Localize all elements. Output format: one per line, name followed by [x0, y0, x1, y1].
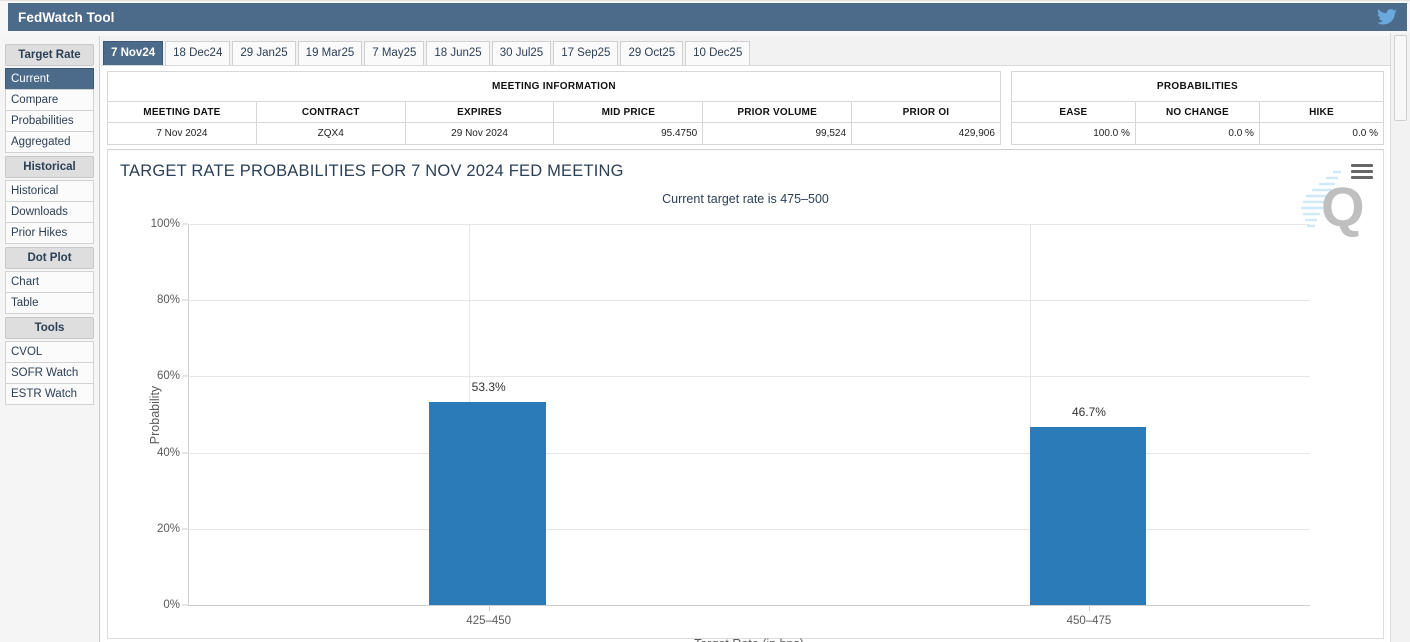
y-tick-label-60: 60%: [157, 370, 180, 382]
cell-prior-volume: 99,524: [703, 123, 852, 145]
col-contract: CONTRACT: [256, 102, 405, 123]
hamburger-menu-icon[interactable]: [1351, 164, 1373, 180]
y-axis-line: [188, 224, 189, 605]
meeting-information-caption: MEETING INFORMATION: [108, 72, 1001, 102]
col-hike: HIKE: [1259, 102, 1383, 123]
y-axis-title: Probability: [148, 385, 162, 443]
fedwatch-tool-window: FedWatch Tool Target Rate Current Compar…: [0, 0, 1410, 642]
sidebar-group-historical: Historical: [5, 156, 94, 178]
scrollbar-thumb[interactable]: [1394, 35, 1407, 121]
sidebar-item-compare[interactable]: Compare: [5, 89, 94, 111]
y-tick-label-80: 80%: [157, 294, 180, 306]
tab-17-sep25[interactable]: 17 Sep25: [553, 41, 618, 65]
gridline-100: [188, 224, 1310, 225]
tab-10-dec25[interactable]: 10 Dec25: [685, 41, 750, 65]
main-content: 7 Nov24 18 Dec24 29 Jan25 19 Mar25 7 May…: [101, 36, 1390, 642]
meeting-information-panel: MEETING INFORMATION MEETING DATE CONTRAC…: [107, 71, 1001, 145]
sidebar-group-tools: Tools: [5, 317, 94, 339]
chart-card: TARGET RATE PROBABILITIES FOR 7 NOV 2024…: [107, 149, 1384, 639]
probabilities-table: PROBABILITIES EASE NO CHANGE HIKE 100.0 …: [1011, 71, 1384, 145]
app-title: FedWatch Tool: [18, 10, 115, 25]
sidebar-item-historical[interactable]: Historical: [5, 180, 94, 202]
table-row: 100.0 % 0.0 % 0.0 %: [1011, 123, 1383, 145]
tab-29-oct25[interactable]: 29 Oct25: [620, 41, 683, 65]
probabilities-panel: PROBABILITIES EASE NO CHANGE HIKE 100.0 …: [1011, 71, 1384, 145]
table-row: 7 Nov 2024 ZQX4 29 Nov 2024 95.4750 99,5…: [108, 123, 1001, 145]
x-tickmark-425-450: [489, 605, 490, 611]
x-axis-line: [188, 605, 1310, 606]
tab-19-mar25[interactable]: 19 Mar25: [298, 41, 363, 65]
cell-ease: 100.0 %: [1011, 123, 1135, 145]
svg-text:Q: Q: [1321, 175, 1365, 238]
cell-prior-oi: 429,906: [852, 123, 1001, 145]
bar-value-label-425-450: 53.3%: [472, 380, 506, 394]
sidebar-item-probabilities[interactable]: Probabilities: [5, 110, 94, 132]
col-no-change: NO CHANGE: [1135, 102, 1259, 123]
y-tick-label-40: 40%: [157, 447, 180, 459]
col-meeting-date: MEETING DATE: [108, 102, 257, 123]
sidebar-item-aggregated[interactable]: Aggregated: [5, 131, 94, 153]
chart-subtitle: Current target rate is 475–500: [108, 192, 1383, 206]
y-tickmark-60: [182, 376, 188, 377]
tab-30-jul25[interactable]: 30 Jul25: [492, 41, 551, 65]
meeting-information-table: MEETING INFORMATION MEETING DATE CONTRAC…: [107, 71, 1001, 145]
probabilities-caption: PROBABILITIES: [1011, 72, 1383, 102]
meeting-date-tabstrip: 7 Nov24 18 Dec24 29 Jan25 19 Mar25 7 May…: [101, 36, 1390, 66]
col-expires: EXPIRES: [405, 102, 554, 123]
y-tickmark-0: [182, 605, 188, 606]
page-vertical-scrollbar[interactable]: [1390, 33, 1410, 642]
tab-7-nov24[interactable]: 7 Nov24: [103, 41, 163, 65]
bar-425-450[interactable]: [429, 402, 546, 605]
tab-29-jan25[interactable]: 29 Jan25: [232, 41, 295, 65]
sidebar-item-prior-hikes[interactable]: Prior Hikes: [5, 222, 94, 244]
x-tick-label-425-450: 425–450: [466, 615, 511, 627]
sidebar-item-table[interactable]: Table: [5, 292, 94, 314]
y-tick-label-20: 20%: [157, 523, 180, 535]
cell-no-change: 0.0 %: [1135, 123, 1259, 145]
y-tickmark-20: [182, 528, 188, 529]
bar-value-label-450-475: 46.7%: [1072, 405, 1106, 419]
tab-18-dec24[interactable]: 18 Dec24: [165, 41, 230, 65]
cell-mid-price: 95.4750: [554, 123, 703, 145]
cell-contract: ZQX4: [256, 123, 405, 145]
gridline-80: [188, 300, 1310, 301]
y-tickmark-80: [182, 300, 188, 301]
cell-hike: 0.0 %: [1259, 123, 1383, 145]
col-prior-oi: PRIOR OI: [852, 102, 1001, 123]
tab-7-may25[interactable]: 7 May25: [364, 41, 424, 65]
col-prior-volume: PRIOR VOLUME: [703, 102, 852, 123]
sidebar-item-chart[interactable]: Chart: [5, 271, 94, 293]
probability-bar-chart-plot: 100% 80% 60% 40% 20% 0% Probability 53.3…: [188, 224, 1310, 605]
sidebar-group-target-rate: Target Rate: [5, 44, 94, 66]
col-mid-price: MID PRICE: [554, 102, 703, 123]
window-titlebar: FedWatch Tool: [8, 3, 1407, 31]
sidebar-item-estr-watch[interactable]: ESTR Watch: [5, 383, 94, 405]
sidebar-item-downloads[interactable]: Downloads: [5, 201, 94, 223]
y-tick-label-100: 100%: [151, 218, 180, 230]
y-tickmark-100: [182, 224, 188, 225]
sidebar-group-dot-plot: Dot Plot: [5, 247, 94, 269]
col-ease: EASE: [1011, 102, 1135, 123]
y-tick-label-0: 0%: [163, 599, 180, 611]
gridline-60: [188, 376, 1310, 377]
sidebar-item-current[interactable]: Current: [5, 68, 94, 90]
sidebar-item-cvol[interactable]: CVOL: [5, 341, 94, 363]
cell-expires: 29 Nov 2024: [405, 123, 554, 145]
twitter-bird-icon[interactable]: [1377, 9, 1397, 26]
y-tickmark-40: [182, 452, 188, 453]
x-tick-label-450-475: 450–475: [1067, 615, 1112, 627]
x-tickmark-450-475: [1089, 605, 1090, 611]
sidebar-item-sofr-watch[interactable]: SOFR Watch: [5, 362, 94, 384]
left-sidebar: Target Rate Current Compare Probabilitie…: [0, 36, 100, 642]
tab-18-jun25[interactable]: 18 Jun25: [426, 41, 489, 65]
cell-meeting-date: 7 Nov 2024: [108, 123, 257, 145]
summary-tables: MEETING INFORMATION MEETING DATE CONTRAC…: [101, 67, 1390, 145]
x-axis-title: Target Rate (in bps): [188, 637, 1310, 642]
chart-title: TARGET RATE PROBABILITIES FOR 7 NOV 2024…: [120, 162, 624, 181]
bar-450-475[interactable]: [1030, 427, 1147, 605]
